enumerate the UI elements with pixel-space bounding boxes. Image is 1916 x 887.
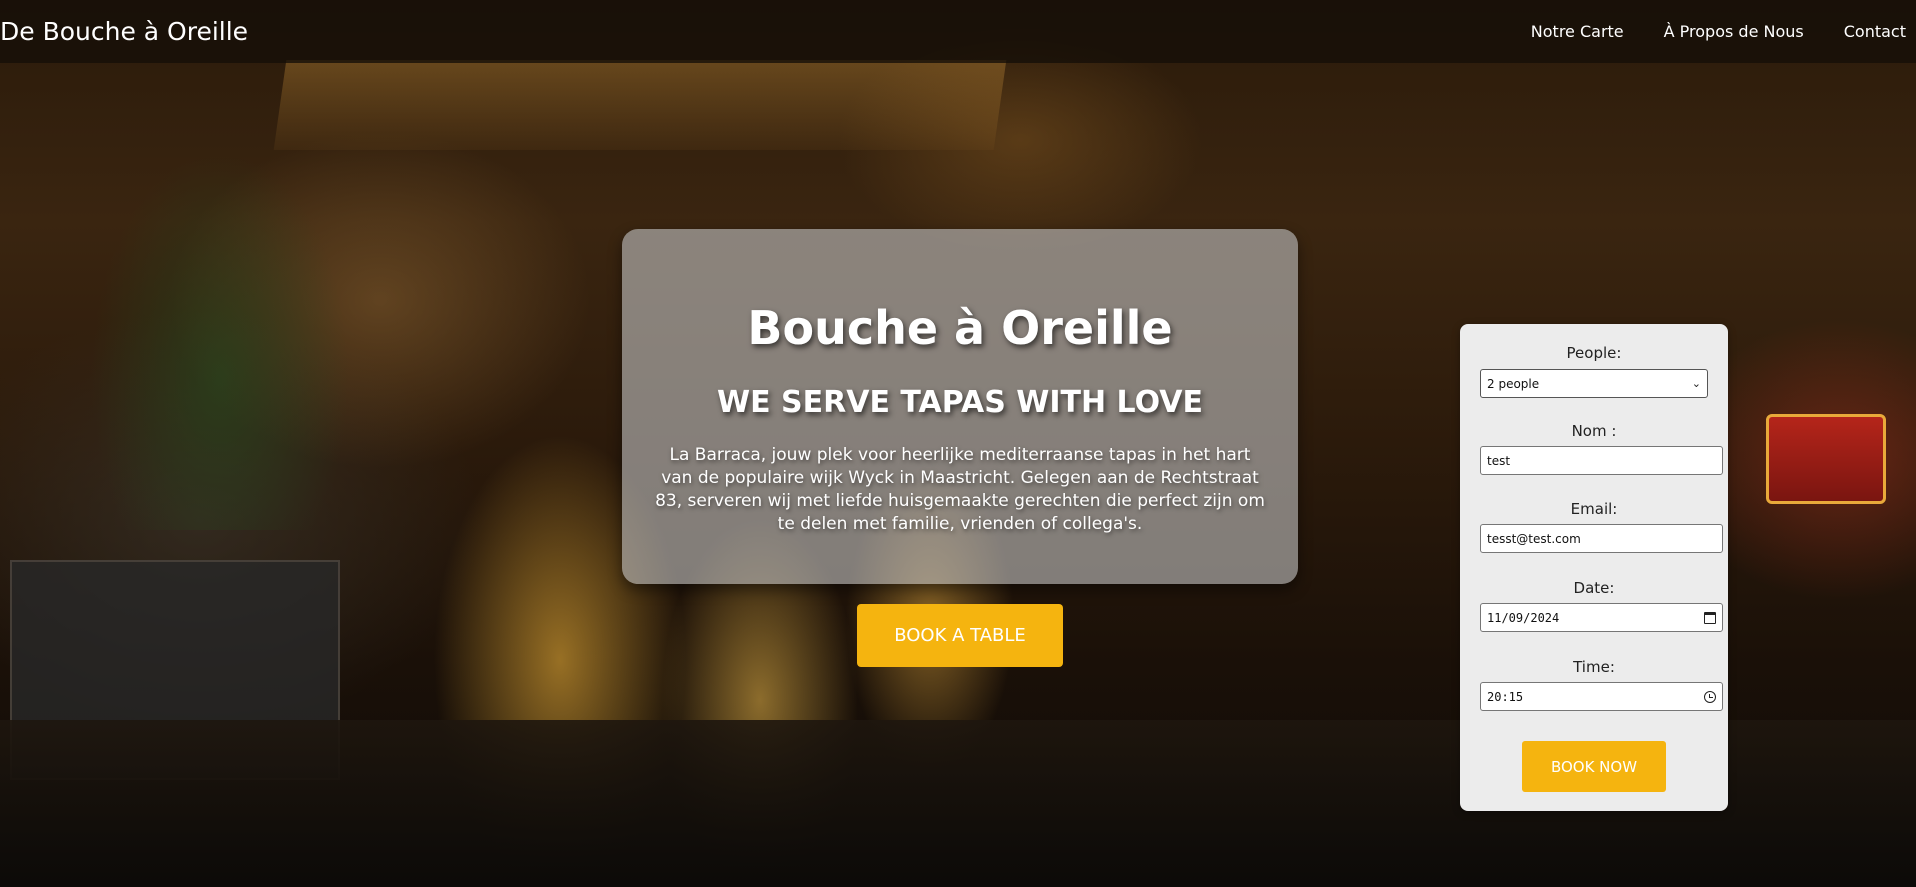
clock-icon[interactable] [1704,690,1716,703]
people-select[interactable]: 2 people ⌄ [1480,369,1708,398]
name-input-value: test [1487,453,1511,468]
chevron-down-icon: ⌄ [1691,377,1701,390]
time-input-value: 20:15 [1487,689,1524,704]
nav-links: Notre Carte À Propos de Nous Contact [1491,22,1906,41]
email-label: Email: [1570,500,1618,518]
people-select-value: 2 people [1487,376,1540,391]
navbar: De Bouche à Oreille Notre Carte À Propos… [0,0,1916,63]
date-label: Date: [1573,579,1615,597]
time-label: Time: [1573,658,1615,676]
nav-link-contact[interactable]: Contact [1844,22,1906,41]
name-label: Nom : [1571,422,1617,440]
nav-link-notre-carte[interactable]: Notre Carte [1531,22,1624,41]
calendar-icon[interactable] [1704,611,1716,624]
people-label: People: [1566,344,1622,362]
background-plant [90,150,350,530]
hero-subtitle: WE SERVE TAPAS WITH LOVE [717,385,1203,420]
background-sign [1766,414,1886,504]
nav-link-a-propos[interactable]: À Propos de Nous [1664,22,1804,41]
brand-logo[interactable]: De Bouche à Oreille [0,17,248,46]
book-table-button[interactable]: BOOK A TABLE [857,604,1063,667]
hero-description: La Barraca, jouw plek voor heerlijke med… [655,445,1265,534]
time-input[interactable]: 20:15 [1480,682,1723,711]
hero-title: Bouche à Oreille [747,301,1173,355]
email-input-value: tesst@test.com [1487,531,1581,546]
book-now-button[interactable]: BOOK NOW [1522,741,1666,792]
email-input[interactable]: tesst@test.com [1480,524,1723,553]
reservation-form: People: 2 people ⌄ Nom : test Email: tes… [1460,324,1728,811]
date-input[interactable]: 11/09/2024 [1480,603,1723,632]
date-input-value: 11/09/2024 [1487,610,1560,625]
hero-card: Bouche à Oreille WE SERVE TAPAS WITH LOV… [622,229,1298,584]
background-ceiling [273,60,1007,150]
name-input[interactable]: test [1480,446,1723,475]
